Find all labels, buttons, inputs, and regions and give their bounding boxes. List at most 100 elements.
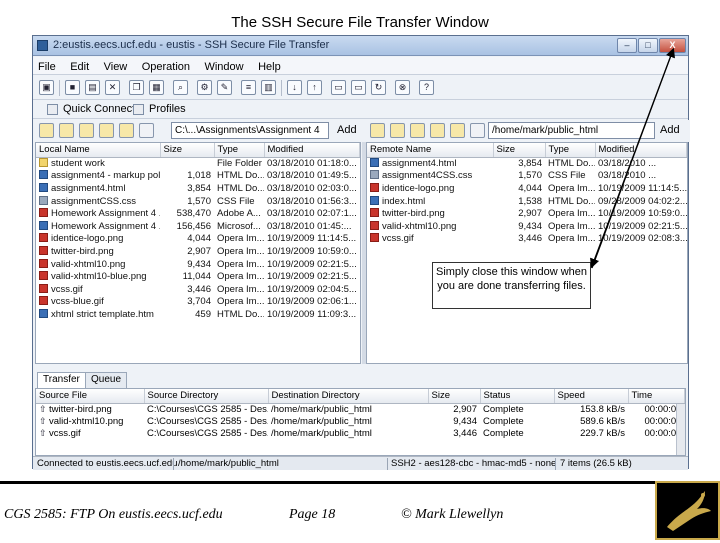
home-folder-icon[interactable] [390,123,405,138]
menu-view[interactable]: View [99,59,133,75]
remote-file-row[interactable]: assignment4CSS.css 1,570 CSS File 03/18/201… [367,170,687,183]
tab-queue[interactable]: Queue [85,372,128,388]
save-icon[interactable]: ■ [65,80,80,95]
file-modified: 03/18/2010 01:56:3... [267,195,357,207]
quick-connect-button[interactable]: Quick Connect [63,103,135,115]
download-folder-icon[interactable] [430,123,445,138]
local-col-name[interactable]: Local Name [36,143,161,158]
minimize-button[interactable]: – [617,38,637,53]
menu-file[interactable]: File [33,59,61,75]
new-terminal-icon[interactable]: ▣ [39,80,54,95]
remote-file-list[interactable]: Remote Name Size Type Modified assignmen… [366,142,688,364]
upload-icon[interactable]: ↑ [307,80,322,95]
close-button[interactable]: X [659,38,686,53]
disconnect-icon[interactable]: ✕ [105,80,120,95]
xfer-col-speed[interactable]: Speed [554,389,629,404]
home-folder-icon[interactable] [59,123,74,138]
print-icon[interactable]: ▤ [85,80,100,95]
folder-up-icon[interactable] [370,123,385,138]
local-path-input[interactable]: C:\...\Assignments\Assignment 4 [171,122,329,139]
remote-path-input[interactable]: /home/mark/public_html [488,122,655,139]
paste-icon[interactable]: ▦ [149,80,164,95]
terminal-icon[interactable]: ▭ [351,80,366,95]
download-icon[interactable]: ↓ [287,80,302,95]
delete-icon[interactable] [470,123,485,138]
xfer-col-size[interactable]: Size [428,389,481,404]
menu-help[interactable]: Help [253,59,286,75]
delete-icon[interactable] [139,123,154,138]
local-add-button[interactable]: Add [333,122,361,138]
remote-add-button[interactable]: Add [656,122,684,138]
copy-icon[interactable]: ❐ [129,80,144,95]
menu-window[interactable]: Window [199,59,248,75]
refresh-icon[interactable]: ↻ [371,80,386,95]
local-file-row[interactable]: valid-xhtml10-blue.png 11,044 Opera Im... 1… [36,270,360,283]
profiles-button[interactable]: Profiles [149,103,186,115]
toolbar-separator [281,80,282,96]
transfer-row[interactable]: ⇧ vcss.gif C:\Courses\CGS 2585 - Des.../ho… [36,427,685,439]
upload-folder-icon[interactable] [99,123,114,138]
local-file-list[interactable]: Local Name Size Type Modified student wo… [35,142,361,364]
maximize-button[interactable]: □ [638,38,658,53]
remote-file-row[interactable]: valid-xhtml10.png 9,434 Opera Im... 10/19/2… [367,220,687,233]
file-name-cell: twitter-bird.png [36,245,160,258]
stop-icon[interactable]: ⊗ [395,80,410,95]
profile-icon[interactable]: ✎ [217,80,232,95]
remote-file-row[interactable]: assignment4.html 3,854 HTML Do... 03/18/201… [367,157,687,170]
local-file-row[interactable]: Homework Assignment 4 ... 156,456 Microsof… [36,220,360,233]
refresh-icon[interactable] [450,123,465,138]
remote-col-name[interactable]: Remote Name [367,143,494,158]
local-file-row[interactable]: assignment4.html 3,854 HTML Do... 03/18/201… [36,182,360,195]
tab-transfer[interactable]: Transfer [37,372,86,388]
remote-col-size[interactable]: Size [493,143,546,158]
menu-edit[interactable]: Edit [65,59,94,75]
folder-up-icon[interactable] [39,123,54,138]
remote-file-row[interactable]: index.html 1,538 HTML Do... 09/28/2009 04:0… [367,195,687,208]
local-file-row[interactable]: twitter-bird.png 2,907 Opera Im... 10/19/20… [36,245,360,258]
local-col-size[interactable]: Size [160,143,215,158]
remote-col-modified[interactable]: Modified [595,143,687,158]
title-bar[interactable]: 2:eustis.eecs.ucf.edu - eustis - SSH Sec… [33,36,688,56]
xfer-col-dest-dir[interactable]: Destination Directory [268,389,429,404]
remote-file-row[interactable]: twitter-bird.png 2,907 Opera Im... 10/19/20… [367,207,687,220]
file-view-icon[interactable]: ▭ [331,80,346,95]
remote-col-type[interactable]: Type [545,143,596,158]
local-col-type[interactable]: Type [214,143,265,158]
file-name: twitter-bird.png [51,245,114,257]
remote-file-row[interactable]: vcss.gif 3,446 Opera Im... 10/19/2009 02:08… [367,233,687,246]
upload-arrow-icon: ⇧ [39,415,47,426]
local-file-row[interactable]: assignment4 - markup pol... 1,018 HTML Do.… [36,170,360,183]
local-col-modified[interactable]: Modified [264,143,360,158]
xfer-col-source-dir[interactable]: Source Directory [144,389,269,404]
file-size: 3,704 [187,296,211,308]
xfer-col-time[interactable]: Time [628,389,685,404]
view-list-icon[interactable]: ≡ [241,80,256,95]
folder-icon[interactable] [79,123,94,138]
xfer-col-status[interactable]: Status [480,389,555,404]
xfer-col-source-file[interactable]: Source File [36,389,145,404]
transfer-row[interactable]: ⇧ valid-xhtml10.png C:\Courses\CGS 2585 - … [36,415,685,427]
file-type: Opera Im... [217,271,264,283]
local-file-row[interactable]: Homework Assignment 4 ... 538,470 Adobe A.… [36,207,360,220]
local-file-row[interactable]: student work File Folder 03/18/2010 01:18:… [36,157,360,170]
remote-file-row[interactable]: identice-logo.png 4,044 Opera Im... 10/19/2… [367,182,687,195]
local-file-row[interactable]: vcss-blue.gif 3,704 Opera Im... 10/19/2009 … [36,296,360,309]
local-file-row[interactable]: identice-logo.png 4,044 Opera Im... 10/19/2… [36,233,360,246]
refresh-icon[interactable] [119,123,134,138]
menu-operation[interactable]: Operation [137,59,195,75]
local-file-row[interactable]: xhtml strict template.htm 459 HTML Do... 10… [36,308,360,321]
folder-icon[interactable] [410,123,425,138]
transfer-scrollbar[interactable] [676,404,685,455]
transfer-list[interactable]: Source File Source Directory Destination… [35,388,686,456]
quick-connect-icon[interactable] [47,104,58,115]
profiles-icon[interactable] [133,104,144,115]
find-icon[interactable]: ⌕ [173,80,188,95]
settings-icon[interactable]: ⚙ [197,80,212,95]
help-icon[interactable]: ? [419,80,434,95]
view-details-icon[interactable]: ▥ [261,80,276,95]
transfer-row[interactable]: ⇧ twitter-bird.png C:\Courses\CGS 2585 - D… [36,403,685,415]
red-file-icon [370,220,379,230]
local-file-row[interactable]: assignmentCSS.css 1,570 CSS File 03/18/2010… [36,195,360,208]
local-file-row[interactable]: vcss.gif 3,446 Opera Im... 10/19/2009 02:04… [36,283,360,296]
local-file-row[interactable]: valid-xhtml10.png 9,434 Opera Im... 10/19/2… [36,258,360,271]
